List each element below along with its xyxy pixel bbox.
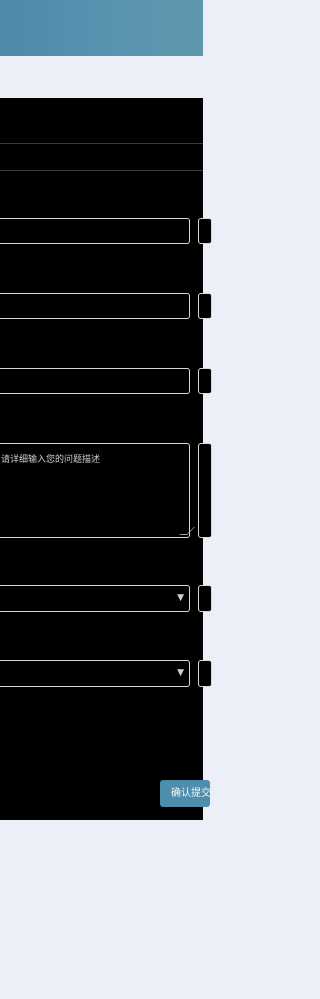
chevron-down-icon: ▼ [177, 593, 184, 603]
description-placeholder: 请详细输入您的问题描述 [1, 455, 101, 465]
page-footer-area [0, 820, 203, 999]
select-dropdown-1[interactable]: ▼ [0, 585, 190, 612]
text-input-1[interactable] [0, 218, 190, 244]
text-input-2[interactable] [0, 293, 190, 319]
side-select-2[interactable] [198, 660, 212, 687]
description-textarea[interactable]: 请详细输入您的问题描述 [0, 443, 195, 538]
side-input-3[interactable] [198, 368, 212, 394]
chevron-down-icon: ▼ [177, 668, 184, 678]
text-input-3[interactable] [0, 368, 190, 394]
side-select-1[interactable] [198, 585, 212, 612]
sub-header [0, 56, 203, 98]
side-input-4[interactable] [198, 443, 212, 538]
side-input-1[interactable] [198, 218, 212, 244]
select-dropdown-2[interactable]: ▼ [0, 660, 190, 687]
header-banner [0, 0, 203, 56]
divider [0, 143, 203, 144]
divider [0, 170, 203, 171]
submit-button[interactable]: 确认提交 [160, 780, 210, 807]
side-input-2[interactable] [198, 293, 212, 319]
